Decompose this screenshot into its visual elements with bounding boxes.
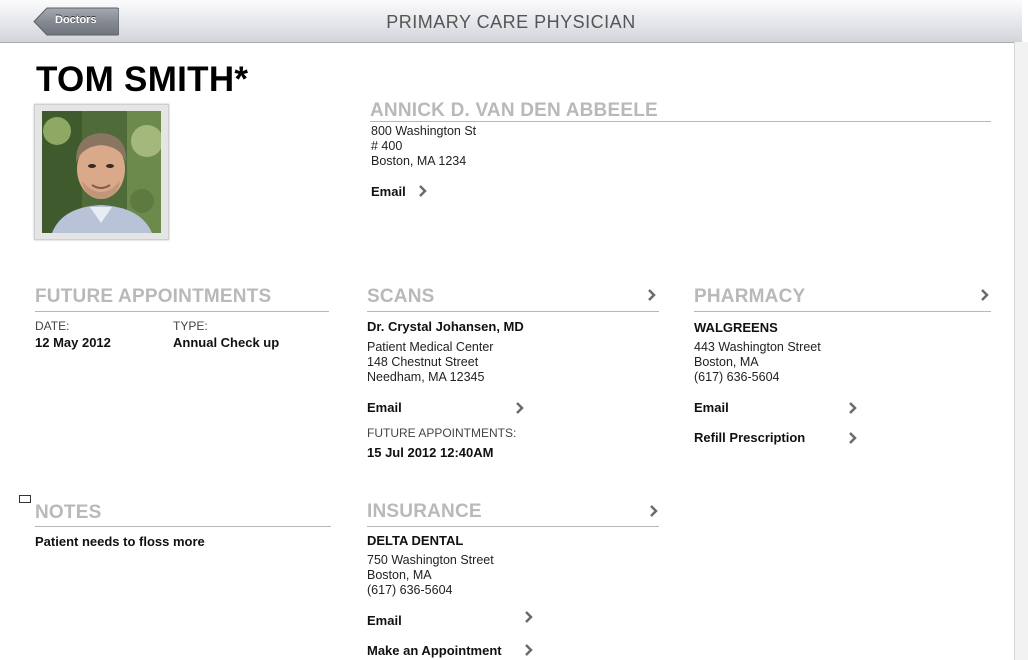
chevron-right-icon[interactable] [848, 431, 858, 445]
physician-address-line2: # 400 [371, 139, 403, 153]
patient-portrait-image [42, 111, 161, 233]
future-appointments-title: FUTURE APPOINTMENTS [35, 286, 272, 307]
appointment-date-label: DATE: [35, 319, 70, 333]
page-title: PRIMARY CARE PHYSICIAN [386, 12, 636, 32]
insurance-title: INSURANCE [367, 501, 482, 522]
insurance-address-line1: 750 Washington Street [367, 553, 494, 567]
make-appointment-label[interactable]: Make an Appointment [367, 643, 502, 658]
chevron-right-icon[interactable] [848, 401, 858, 415]
scans-address-line3: Needham, MA 12345 [367, 370, 485, 384]
appointment-type-label: TYPE: [173, 319, 208, 333]
chevron-right-icon[interactable] [524, 610, 534, 624]
notes-title: NOTES [35, 502, 102, 523]
navigation-bar: Doctors PRIMARY CARE PHYSICIAN [0, 0, 1022, 43]
scans-doctor-name: Dr. Crystal Johansen, MD [367, 319, 524, 334]
physician-address-line3: Boston, MA 1234 [371, 154, 467, 168]
pharmacy-address-line1: 443 Washington Street [694, 340, 821, 354]
pharmacy-address-line2: Boston, MA [694, 355, 759, 369]
pharmacy-divider [694, 311, 991, 312]
chevron-right-icon[interactable] [418, 184, 428, 198]
insurance-chevron-right-icon[interactable] [649, 504, 659, 518]
physician-divider [370, 121, 991, 122]
pharmacy-phone: (617) 636-5604 [694, 370, 780, 384]
pharmacy-name: WALGREENS [694, 320, 778, 335]
scans-address-line2: 148 Chestnut Street [367, 355, 479, 369]
pharmacy-title: PHARMACY [694, 286, 806, 307]
scans-future-appointments-label: FUTURE APPOINTMENTS: [367, 426, 517, 440]
pharmacy-email-label[interactable]: Email [694, 400, 729, 415]
patient-name: TOM SMITH* [36, 60, 249, 99]
physician-name: ANNICK D. VAN DEN ABBEELE [370, 100, 658, 121]
insurance-divider [367, 526, 659, 527]
appointment-type-value: Annual Check up [173, 335, 280, 350]
scans-address-line1: Patient Medical Center [367, 340, 494, 354]
physician-email-label[interactable]: Email [371, 184, 406, 199]
insurance-phone: (617) 636-5604 [367, 583, 453, 597]
chevron-right-icon[interactable] [515, 401, 525, 415]
scans-email-label[interactable]: Email [367, 400, 402, 415]
scans-divider [367, 311, 659, 312]
physician-address-line1: 800 Washington St [371, 124, 477, 138]
appointment-date-value: 12 May 2012 [35, 335, 111, 350]
patient-photo [34, 104, 169, 240]
future-appointments-divider [35, 311, 329, 312]
scrollbar-track [1014, 42, 1028, 660]
chevron-right-icon[interactable] [524, 643, 534, 657]
notes-text: Patient needs to floss more [35, 534, 205, 549]
scans-future-appointments-value: 15 Jul 2012 12:40AM [367, 445, 494, 460]
scans-title: SCANS [367, 286, 435, 307]
refill-prescription-label[interactable]: Refill Prescription [694, 430, 805, 445]
notes-edit-checkbox[interactable] [19, 495, 31, 503]
pharmacy-chevron-right-icon[interactable] [980, 288, 990, 302]
scans-chevron-right-icon[interactable] [647, 288, 657, 302]
insurance-email-label[interactable]: Email [367, 613, 402, 628]
insurance-name: DELTA DENTAL [367, 533, 464, 548]
notes-divider [35, 526, 331, 527]
insurance-address-line2: Boston, MA [367, 568, 432, 582]
